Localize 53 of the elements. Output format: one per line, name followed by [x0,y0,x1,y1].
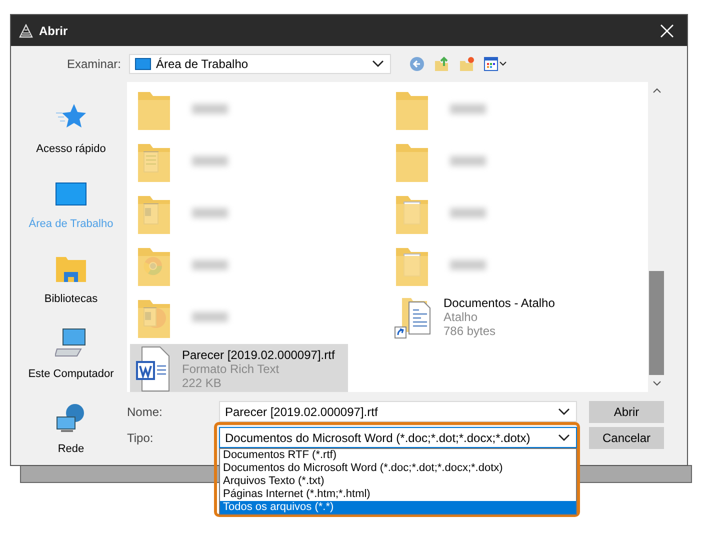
blurred-name [450,260,486,270]
blurred-name [192,104,228,114]
place-item[interactable]: Acesso rápido [21,82,121,157]
app-logo-icon [19,24,33,38]
cancel-button[interactable]: Cancelar [589,427,664,449]
window-title: Abrir [39,24,68,38]
file-name: Documentos - Atalho [444,296,555,310]
blurred-name [192,260,228,270]
computer-icon [55,328,87,358]
file-type: Formato Rich Text [182,362,280,376]
scroll-up-icon[interactable] [652,88,660,93]
monitor-icon [55,182,87,208]
file-item[interactable]: Parecer [2019.02.000097].rtf Formato Rich Text 222 KB [130,344,348,392]
file-name: Parecer [2019.02.000097].rtf [182,348,335,362]
dropdown-option[interactable]: Páginas Internet (*.htm;*.html) [220,488,576,501]
blurred-name [450,104,486,114]
blurred-name [450,156,486,166]
dropdown-option[interactable]: Arquivos Texto (*.txt) [220,475,576,488]
look-in-dropdown[interactable]: Área de Trabalho [129,54,391,74]
place-item[interactable]: Bibliotecas [21,232,121,307]
back-icon[interactable] [409,56,425,72]
blurred-name [450,208,486,218]
scrollbar-thumb[interactable] [649,271,664,375]
chevron-down-icon [558,408,570,416]
desktop-icon [135,58,151,70]
blurred-name [192,156,228,166]
word-document-icon [136,346,172,392]
file-item[interactable]: Documentos - Atalho Atalho 786 bytes [388,292,606,342]
open-button[interactable]: Abrir [589,401,664,423]
blurred-name [192,312,228,322]
file-type-dropdown[interactable]: Documentos do Microsoft Word (*.doc;*.dot;*.docx;*.dotx) [219,427,577,448]
view-menu-icon[interactable] [484,57,508,71]
place-item[interactable]: Rede [21,382,121,457]
type-label: Tipo: [127,430,154,445]
chevron-down-icon [372,60,384,68]
close-icon [660,24,674,38]
up-folder-icon[interactable] [434,56,450,72]
dropdown-option[interactable]: Documentos do Microsoft Word (*.doc;*.dot;*.docx;*.dotx) [220,462,576,475]
scroll-down-icon[interactable] [652,381,660,386]
file-type: Atalho [444,310,479,324]
name-label: Nome: [127,404,164,419]
globe-computer-icon [55,403,87,433]
look-in-label: Examinar: [66,57,121,71]
dropdown-option[interactable]: Todos os arquivos (*.*) [220,501,576,514]
folder-icon [55,255,87,283]
file-size: 222 KB [182,376,222,390]
chevron-down-icon [558,434,570,442]
file-size: 786 bytes [444,324,497,338]
dropdown-option[interactable]: Documentos RTF (*.rtf) [220,449,576,462]
blurred-name [192,208,228,218]
place-item[interactable]: Este Computador [21,307,121,382]
file-name-field[interactable]: Parecer [2019.02.000097].rtf [219,401,577,422]
new-folder-icon[interactable] [459,56,475,72]
